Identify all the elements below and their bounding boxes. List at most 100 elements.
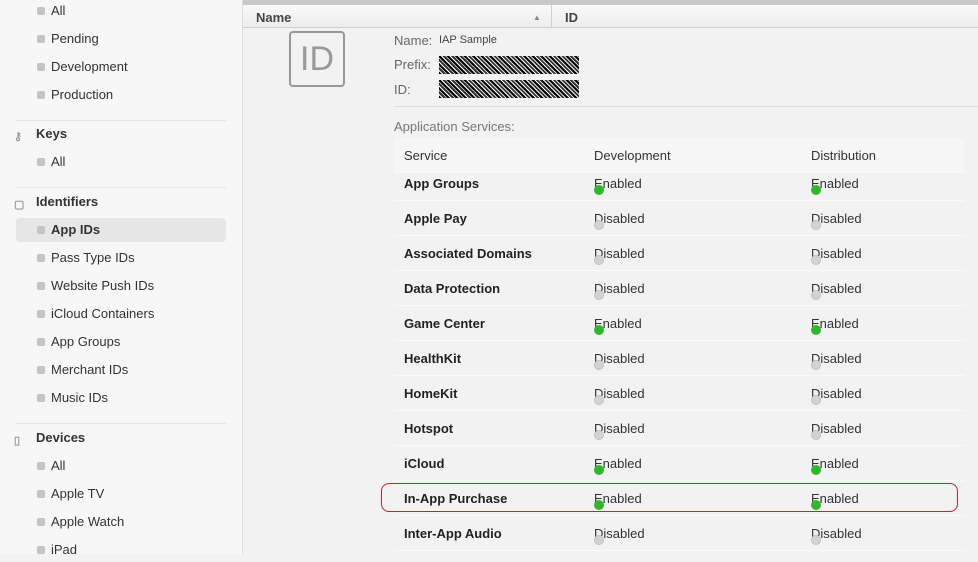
sidebar-section-keys: ⚷ Keys — [14, 122, 68, 146]
sidebar-item-app-ids[interactable]: App IDs — [16, 218, 226, 242]
development-status: Disabled — [594, 421, 645, 440]
disabled-status-icon — [594, 430, 604, 440]
sidebar-item-apple-watch[interactable]: Apple Watch — [16, 510, 226, 534]
section-title: Devices — [36, 430, 86, 445]
column-id-header[interactable]: ID — [565, 10, 578, 25]
service-name: App Groups — [404, 176, 480, 191]
disabled-status-icon — [811, 290, 821, 300]
sidebar-item-all[interactable]: All — [16, 150, 226, 174]
sidebar-item-label: iPad — [51, 542, 78, 557]
id-label: ID: — [394, 82, 411, 97]
disabled-status-icon — [594, 395, 604, 405]
service-row: Associated Domains Disabled Disabled — [394, 237, 964, 271]
disabled-status-icon — [594, 220, 604, 230]
sidebar-item-label: App Groups — [51, 334, 121, 349]
sidebar-item-merchant-ids[interactable]: Merchant IDs — [16, 358, 226, 382]
sidebar-item-music-ids[interactable]: Music IDs — [16, 386, 226, 410]
service-name: iCloud — [404, 456, 445, 471]
service-name: HealthKit — [404, 351, 462, 366]
bullet-icon — [37, 282, 45, 290]
distribution-status: Disabled — [811, 526, 862, 545]
sidebar-item-pending[interactable]: Pending — [16, 27, 226, 51]
list-column-header: Name ▲ ID — [243, 5, 978, 28]
sidebar-item-label: Apple TV — [51, 486, 105, 501]
service-name: Hotspot — [404, 421, 454, 436]
bullet-icon — [37, 63, 45, 71]
column-name-header[interactable]: Name — [256, 10, 291, 25]
section-title: Keys — [36, 126, 68, 141]
section-title: Identifiers — [36, 194, 99, 209]
column-divider[interactable] — [551, 5, 552, 27]
enabled-status-icon — [594, 465, 604, 475]
distribution-status: Disabled — [811, 246, 862, 265]
service-row: Data Protection Disabled Disabled — [394, 272, 964, 306]
sidebar-item-icloud-containers[interactable]: iCloud Containers — [16, 302, 226, 326]
enabled-status-icon — [811, 325, 821, 335]
sidebar-divider — [16, 120, 226, 121]
sidebar-item-production[interactable]: Production — [16, 83, 226, 107]
sidebar-item-label: Pass Type IDs — [51, 250, 135, 265]
service-row: Hotspot Disabled Disabled — [394, 412, 964, 446]
distribution-status: Disabled — [811, 351, 862, 370]
distribution-column-header: Distribution — [811, 148, 877, 163]
sidebar-item-all[interactable]: All — [16, 0, 226, 23]
development-status: Disabled — [594, 386, 645, 405]
sidebar-section-devices: ▯ Devices — [14, 426, 86, 450]
service-row: Apple Pay Disabled Disabled — [394, 202, 964, 236]
service-name: Data Protection — [404, 281, 501, 296]
distribution-status: Enabled — [811, 316, 859, 335]
service-row: Inter-App Audio Disabled Disabled — [394, 517, 964, 551]
service-name: Game Center — [404, 316, 485, 331]
sidebar: All Pending Development Production ⚷ Keys All ▢… — [0, 0, 243, 557]
bullet-icon — [37, 338, 45, 346]
sidebar-item-label: Apple Watch — [51, 514, 125, 529]
bullet-icon — [37, 310, 45, 318]
sort-ascending-icon[interactable]: ▲ — [533, 13, 541, 22]
bullet-icon — [37, 546, 45, 554]
disabled-status-icon — [811, 220, 821, 230]
id-icon: ▢ — [14, 199, 25, 211]
development-column-header: Development — [594, 148, 671, 163]
development-status: Enabled — [594, 316, 642, 335]
enabled-status-icon — [594, 325, 604, 335]
distribution-status: Disabled — [811, 386, 862, 405]
id-redacted — [439, 80, 579, 98]
sidebar-item-ipad[interactable]: iPad — [16, 538, 226, 562]
service-row: HomeKit Disabled Disabled — [394, 377, 964, 411]
bullet-icon — [37, 394, 45, 402]
sidebar-item-apple-tv[interactable]: Apple TV — [16, 482, 226, 506]
enabled-status-icon — [594, 185, 604, 195]
sidebar-item-label: Pending — [51, 31, 99, 46]
development-status: Enabled — [594, 456, 642, 475]
name-label: Name: — [394, 33, 433, 48]
bullet-icon — [37, 7, 45, 15]
sidebar-item-label: All — [51, 3, 66, 18]
sidebar-divider — [16, 187, 226, 188]
bullet-icon — [37, 490, 45, 498]
sidebar-item-development[interactable]: Development — [16, 55, 226, 79]
bullet-icon — [37, 518, 45, 526]
sidebar-item-app-groups[interactable]: App Groups — [16, 330, 226, 354]
sidebar-item-website-push-ids[interactable]: Website Push IDs — [16, 274, 226, 298]
prefix-label: Prefix: — [394, 57, 431, 72]
name-value: IAP Sample — [439, 34, 497, 46]
divider — [394, 106, 978, 107]
bullet-icon — [37, 226, 45, 234]
service-column-header: Service — [404, 148, 448, 163]
bullet-icon — [37, 91, 45, 99]
distribution-status: Disabled — [811, 211, 862, 230]
development-status: Enabled — [594, 176, 642, 195]
sidebar-item-all[interactable]: All — [16, 454, 226, 478]
sidebar-item-label: Website Push IDs — [51, 278, 155, 293]
app-id-icon: ID — [289, 31, 345, 87]
device-icon: ▯ — [14, 435, 21, 447]
disabled-status-icon — [594, 360, 604, 370]
bullet-icon — [37, 462, 45, 470]
sidebar-item-label: Production — [51, 87, 114, 102]
disabled-status-icon — [811, 395, 821, 405]
service-name: HomeKit — [404, 386, 458, 401]
sidebar-item-pass-type-ids[interactable]: Pass Type IDs — [16, 246, 226, 270]
sidebar-item-label: iCloud Containers — [51, 306, 155, 321]
sidebar-item-label: All — [51, 458, 66, 473]
distribution-status: Enabled — [811, 176, 859, 195]
